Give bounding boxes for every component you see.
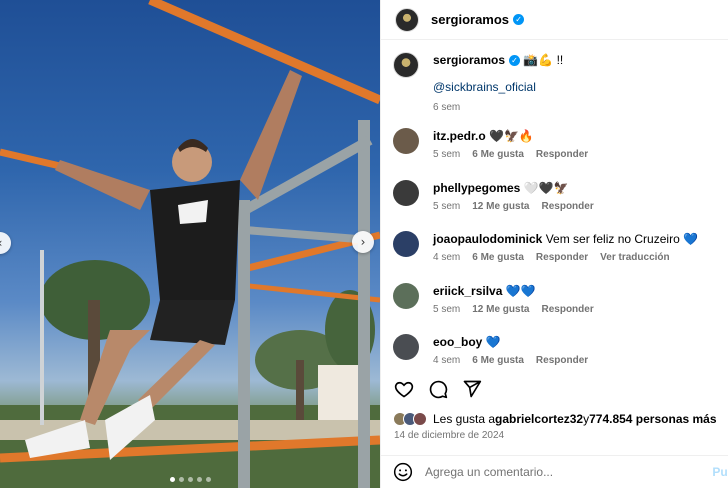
- comment-text: 🖤🦅🔥: [489, 129, 534, 143]
- post-header: sergioramos ✓: [381, 0, 728, 40]
- verified-icon: ✓: [509, 55, 521, 66]
- caption-avatar[interactable]: [393, 52, 419, 78]
- likes-count[interactable]: 774.854 personas más: [589, 412, 716, 426]
- comment-item: joaopaulodominick Vem ser feliz no Cruze…: [393, 231, 723, 263]
- caption-text: 📸💪 !!: [523, 53, 564, 67]
- comment-likes[interactable]: 12 Me gusta: [472, 201, 529, 212]
- add-comment-input[interactable]: [425, 465, 695, 479]
- comment-item: eriick_rsilva 💙💙 5 sem 12 Me gusta Respond…: [393, 283, 723, 315]
- comment-likes[interactable]: 6 Me gusta: [472, 355, 524, 366]
- post-caption: sergioramos ✓ 📸💪 !! @sickbrains_oficial 6…: [393, 52, 563, 113]
- caption-username[interactable]: sergioramos: [433, 53, 505, 67]
- comment-likes[interactable]: 6 Me gusta: [472, 252, 524, 263]
- comment-likes[interactable]: 12 Me gusta: [472, 304, 529, 315]
- next-photo-button[interactable]: ›: [352, 231, 374, 253]
- caption-mention-link[interactable]: @sickbrains_oficial: [433, 80, 563, 94]
- comment-text: 💙💙: [505, 284, 536, 298]
- commenter-username[interactable]: joaopaulodominick: [433, 232, 542, 246]
- comment-time: 5 sem: [433, 149, 461, 160]
- commenter-avatar[interactable]: [393, 231, 419, 257]
- carousel-dot: [187, 477, 193, 482]
- commenter-username[interactable]: eoo_boy: [433, 335, 482, 349]
- author-avatar[interactable]: [395, 7, 419, 32]
- comment-likes[interactable]: 6 Me gusta: [472, 149, 524, 160]
- reply-button[interactable]: Responder: [541, 304, 593, 315]
- comment-item: eoo_boy 💙 4 sem 6 Me gusta Responder: [393, 334, 723, 366]
- carousel-dot: [169, 477, 175, 482]
- commenter-avatar[interactable]: [393, 180, 419, 206]
- liker-username[interactable]: gabrielcortez32: [495, 412, 583, 426]
- publish-button[interactable]: Pub: [712, 465, 728, 479]
- add-comment-bar: Pub: [381, 455, 728, 488]
- comment-item: itz.pedr.o 🖤🦅🔥 5 sem 6 Me gusta Responder: [393, 128, 723, 160]
- comment-time: 5 sem: [433, 304, 461, 315]
- post-date: 14 de diciembre de 2024: [394, 430, 505, 441]
- comment-icon: [429, 380, 448, 399]
- heart-icon: [394, 381, 414, 398]
- reply-button[interactable]: Responder: [536, 149, 588, 160]
- photo-illustration: [0, 0, 380, 488]
- chevron-left-icon: ‹: [0, 237, 2, 249]
- comment-text: 💙: [485, 335, 501, 349]
- chevron-right-icon: ›: [360, 235, 366, 249]
- liker-avatar: [413, 412, 427, 426]
- see-translation-button[interactable]: Ver traducción: [600, 252, 669, 263]
- like-button[interactable]: [393, 378, 415, 400]
- author-username[interactable]: sergioramos: [431, 12, 509, 27]
- carousel-dots: [0, 477, 380, 482]
- commenter-username[interactable]: eriick_rsilva: [433, 284, 502, 298]
- commenter-avatar[interactable]: [393, 283, 419, 309]
- post-side-panel: sergioramos ✓ sergioramos ✓ 📸💪 !! @sickbr…: [380, 0, 728, 488]
- reply-button[interactable]: Responder: [536, 355, 588, 366]
- commenter-username[interactable]: itz.pedr.o: [433, 129, 486, 143]
- commenter-avatar[interactable]: [393, 334, 419, 360]
- comment-time: 4 sem: [433, 355, 461, 366]
- post-actions: [393, 378, 483, 400]
- liker-avatars: [393, 412, 427, 426]
- commenter-username[interactable]: phellypegomes: [433, 181, 520, 195]
- carousel-dot: [196, 477, 202, 482]
- likes-prefix: Les gusta a: [433, 412, 496, 426]
- comment-item: phellypegomes 🤍🖤🦅 5 sem 12 Me gusta Respon…: [393, 180, 723, 212]
- likes-summary: Les gusta a gabrielcortez32 y 774.854 pe…: [393, 412, 717, 426]
- verified-icon: ✓: [513, 14, 525, 25]
- reply-button[interactable]: Responder: [541, 201, 593, 212]
- share-icon: [463, 380, 482, 398]
- caption-time: 6 sem: [433, 102, 461, 113]
- reply-button[interactable]: Responder: [536, 252, 588, 263]
- comment-text: Vem ser feliz no Cruzeiro 💙: [545, 232, 699, 246]
- post-photo[interactable]: ‹ ›: [0, 0, 380, 488]
- carousel-dot: [205, 477, 211, 482]
- comment-time: 4 sem: [433, 252, 461, 263]
- emoji-icon[interactable]: [393, 462, 413, 482]
- share-button[interactable]: [461, 378, 483, 400]
- comments-list[interactable]: sergioramos ✓ 📸💪 !! @sickbrains_oficial 6…: [381, 40, 728, 370]
- commenter-avatar[interactable]: [393, 128, 419, 154]
- comment-text: 🤍🖤🦅: [523, 181, 569, 195]
- comment-button[interactable]: [427, 378, 449, 400]
- post-viewer: ‹ › sergioramos ✓ sergioramos ✓ 📸💪 !!: [0, 0, 728, 488]
- carousel-dot: [178, 477, 184, 482]
- comment-time: 5 sem: [433, 201, 461, 212]
